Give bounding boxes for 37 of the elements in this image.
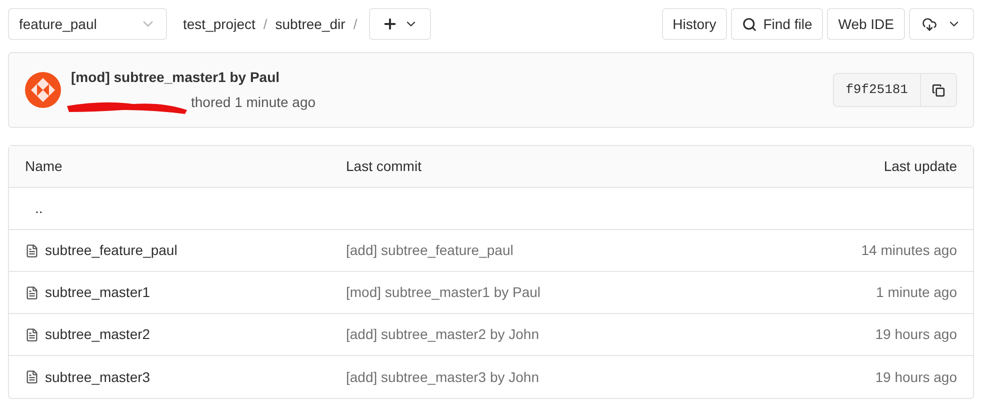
find-file-button[interactable]: Find file bbox=[731, 8, 824, 40]
branch-dropdown[interactable]: feature_paul bbox=[8, 8, 167, 40]
column-header: Name bbox=[25, 157, 64, 176]
update-time: 19 hours ago bbox=[875, 368, 957, 387]
commit-message-link[interactable]: [mod] subtree_master1 by Paul bbox=[346, 282, 757, 303]
parent-directory-link[interactable]: .. bbox=[25, 198, 346, 219]
cloud-download-icon bbox=[922, 16, 937, 32]
file-name-link[interactable]: subtree_master3 bbox=[45, 366, 150, 388]
breadcrumb-link[interactable]: test_project bbox=[183, 14, 256, 34]
file-name-link[interactable]: subtree_feature_paul bbox=[45, 240, 178, 261]
download-dropdown-button[interactable] bbox=[909, 8, 974, 40]
file-icon bbox=[25, 244, 39, 258]
file-icon bbox=[25, 328, 39, 342]
commit-message-link[interactable]: [add] subtree_master2 by John bbox=[346, 324, 757, 345]
copy-icon bbox=[932, 84, 945, 96]
file-icon bbox=[25, 370, 39, 384]
update-time: 1 minute ago bbox=[876, 283, 957, 302]
commit-title[interactable]: [mod] subtree_master1 by Paul bbox=[71, 67, 316, 88]
breadcrumb-separator: / bbox=[263, 14, 268, 34]
file-name-link[interactable]: subtree_master1 bbox=[45, 282, 150, 303]
commit-message-link[interactable]: [add] subtree_master3 by John bbox=[346, 366, 757, 388]
avatar-icon bbox=[25, 72, 61, 108]
file-name-link[interactable]: subtree_master2 bbox=[45, 324, 150, 345]
toolbar-button[interactable]: History bbox=[662, 8, 728, 40]
breadcrumb-link[interactable]: subtree_dir bbox=[275, 14, 346, 34]
plus-icon bbox=[382, 16, 398, 32]
breadcrumb-separator: / bbox=[353, 14, 358, 34]
commit-message-link[interactable]: [add] subtree_feature_paul bbox=[346, 240, 757, 261]
commit-author-line: thored 1 minute ago bbox=[191, 93, 316, 112]
search-icon bbox=[742, 16, 758, 32]
update-time: 19 hours ago bbox=[875, 325, 957, 344]
column-header: Last update bbox=[884, 157, 957, 176]
column-header: Last commit bbox=[346, 157, 422, 176]
file-icon bbox=[25, 286, 39, 300]
update-time: 14 minutes ago bbox=[861, 241, 957, 260]
toolbar-button[interactable]: Web IDE bbox=[827, 8, 905, 40]
add-dropdown-button[interactable] bbox=[369, 8, 432, 40]
